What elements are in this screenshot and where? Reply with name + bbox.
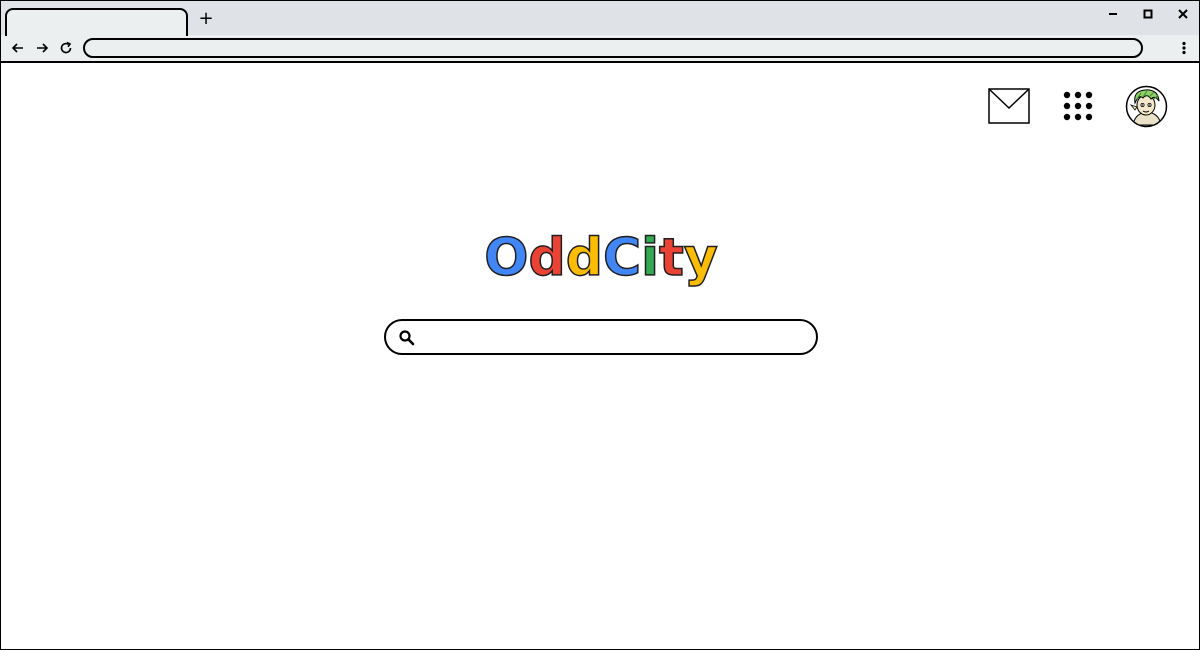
maximize-button[interactable] bbox=[1137, 4, 1159, 24]
logo-letter: i bbox=[640, 227, 659, 289]
back-button[interactable] bbox=[9, 39, 27, 57]
minimize-button[interactable] bbox=[1102, 4, 1124, 24]
arrow-left-icon bbox=[11, 43, 23, 53]
logo-letter: d bbox=[528, 227, 567, 289]
title-bar: + bbox=[1, 1, 1199, 36]
forward-button[interactable] bbox=[33, 39, 51, 57]
minimize-icon bbox=[1109, 13, 1117, 15]
browser-tab[interactable] bbox=[5, 8, 188, 36]
logo-letter: O bbox=[484, 227, 530, 289]
site-logo: OddCity bbox=[1, 223, 1199, 293]
apps-grid-icon[interactable] bbox=[1063, 91, 1093, 121]
reload-icon bbox=[60, 41, 72, 54]
maximize-icon bbox=[1143, 9, 1153, 19]
logo-letter: t bbox=[658, 227, 684, 289]
avatar[interactable] bbox=[1125, 85, 1168, 128]
address-bar[interactable] bbox=[83, 38, 1143, 58]
arrow-right-icon bbox=[37, 43, 49, 53]
logo-letter: d bbox=[565, 227, 604, 289]
logo-letter: y bbox=[683, 227, 718, 289]
browser-window: + OddCity bbox=[0, 0, 1200, 650]
search-icon[interactable] bbox=[398, 329, 416, 347]
close-icon bbox=[1178, 9, 1188, 19]
logo-letter: C bbox=[602, 227, 642, 289]
mail-icon[interactable] bbox=[988, 88, 1030, 124]
kebab-menu-icon bbox=[1182, 41, 1186, 55]
browser-menu-button[interactable] bbox=[1176, 39, 1192, 57]
search-bar[interactable] bbox=[384, 319, 818, 355]
browser-toolbar bbox=[1, 35, 1199, 63]
new-tab-button[interactable]: + bbox=[197, 10, 215, 28]
reload-button[interactable] bbox=[57, 39, 75, 57]
search-input[interactable] bbox=[426, 326, 800, 350]
close-button[interactable] bbox=[1172, 4, 1194, 24]
